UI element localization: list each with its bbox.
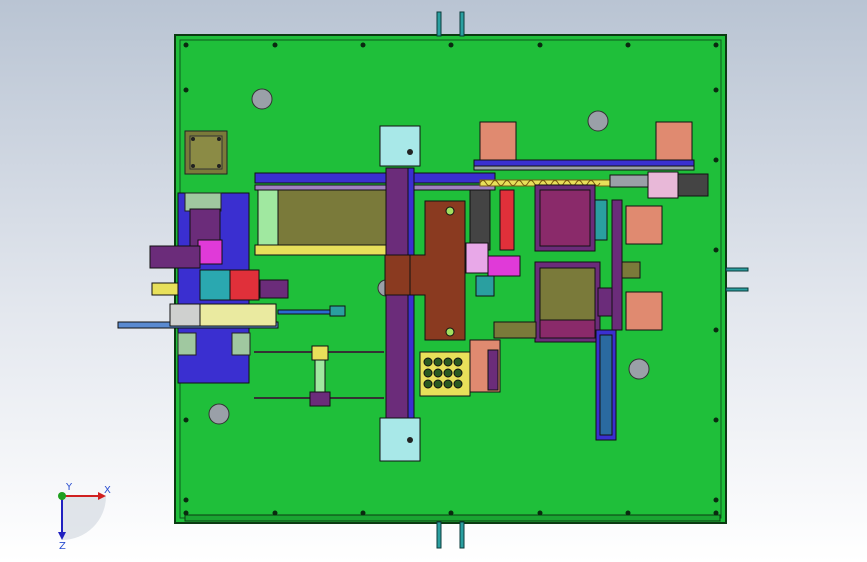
cad-model-viewport[interactable]: [0, 0, 867, 562]
y-axis-label: Y: [65, 482, 73, 493]
x-axis-label: X: [104, 485, 111, 496]
right-vertical-rail[interactable]: [595, 329, 617, 441]
z-axis-label: Z: [59, 541, 66, 550]
coordinate-triad: X Y Z: [58, 482, 111, 550]
olive-mount-block[interactable]: [184, 130, 228, 175]
y-axis-marker: [58, 492, 66, 500]
